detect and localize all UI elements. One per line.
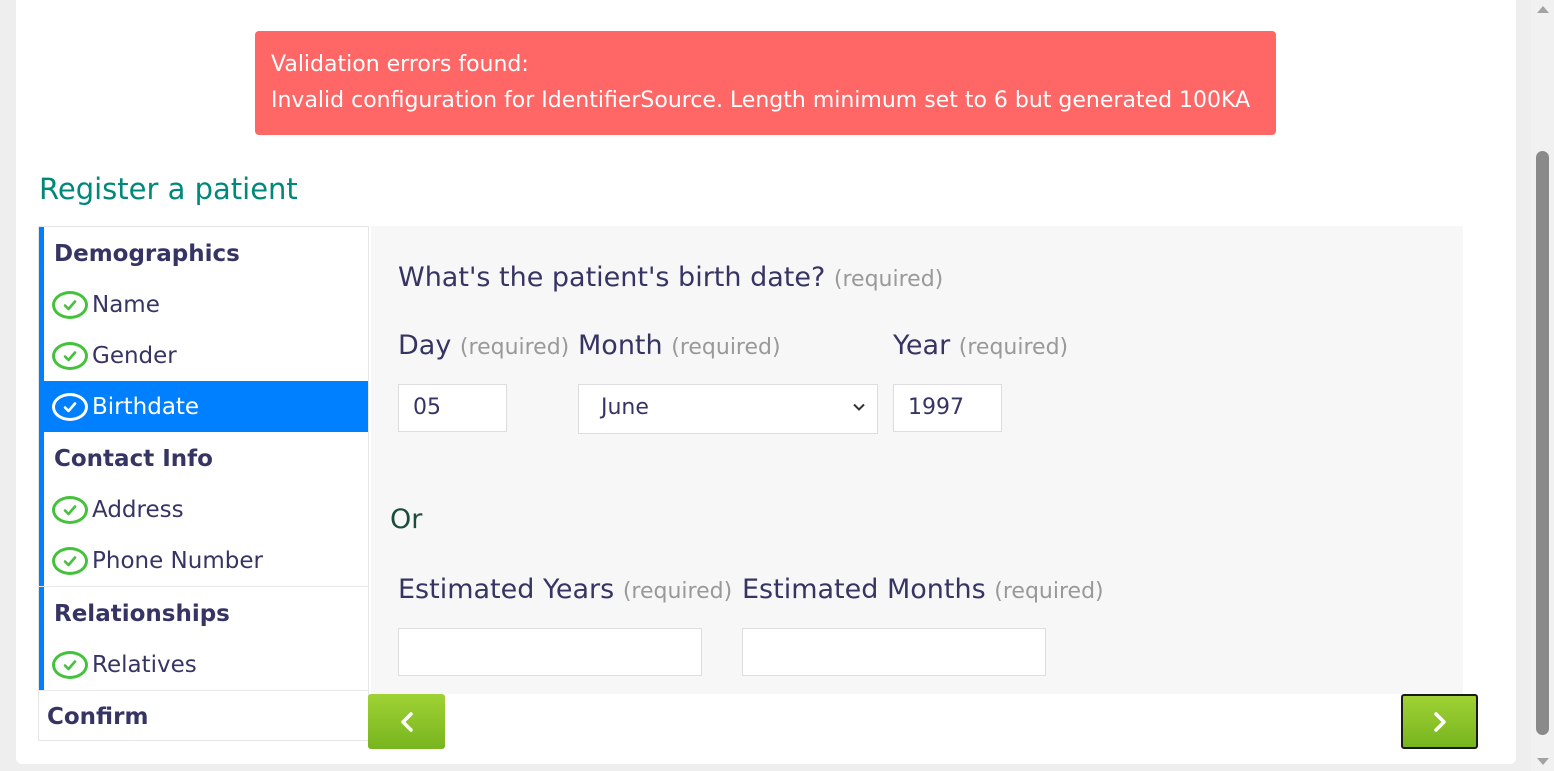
estimated-years-label-group: Estimated Years (required) xyxy=(398,574,732,605)
question-heading: What's the patient's birth date? (requir… xyxy=(398,262,943,293)
check-icon xyxy=(52,290,88,319)
or-divider-text: Or xyxy=(390,504,423,535)
required-hint: (required) xyxy=(994,579,1104,604)
estimated-months-label-group: Estimated Months (required) xyxy=(742,574,1104,605)
required-hint: (required) xyxy=(833,267,944,292)
registration-sidebar: Demographics Name Gender Birthdate Conta… xyxy=(38,226,369,741)
check-icon xyxy=(52,546,88,575)
sidebar-item-label: Gender xyxy=(92,342,177,369)
section-demographics: Demographics Name Gender Birthdate xyxy=(39,227,368,432)
estimated-years-input[interactable] xyxy=(398,628,702,676)
required-hint: (required) xyxy=(459,335,570,360)
previous-button[interactable] xyxy=(368,694,445,749)
question-text: What's the patient's birth date? xyxy=(398,262,826,293)
alert-heading: Validation errors found: xyxy=(271,52,529,77)
section-header-contact-info[interactable]: Contact Info xyxy=(44,432,368,484)
sidebar-item-phone-number[interactable]: Phone Number xyxy=(44,535,368,586)
page-title: Register a patient xyxy=(39,172,298,206)
vertical-scrollbar[interactable] xyxy=(1531,0,1554,771)
chevron-right-icon xyxy=(1433,711,1446,732)
sidebar-item-label: Relatives xyxy=(92,651,197,678)
sidebar-item-birthdate[interactable]: Birthdate xyxy=(39,381,368,432)
estimated-months-input[interactable] xyxy=(742,628,1046,676)
sidebar-item-name[interactable]: Name xyxy=(44,279,368,330)
section-header-relationships[interactable]: Relationships xyxy=(44,587,368,639)
section-relationships: Relationships Relatives xyxy=(39,587,368,690)
section-header-demographics[interactable]: Demographics xyxy=(44,227,368,279)
check-icon xyxy=(52,650,88,679)
sidebar-item-label: Address xyxy=(92,496,184,523)
scroll-down-arrow-icon[interactable] xyxy=(1537,758,1549,765)
chevron-left-icon xyxy=(400,711,413,732)
validation-error-alert: Validation errors found: Invalid configu… xyxy=(255,31,1276,135)
day-input[interactable]: 05 xyxy=(398,384,507,432)
day-label-group: Day (required) xyxy=(398,330,569,361)
sidebar-item-address[interactable]: Address xyxy=(44,484,368,535)
scroll-up-arrow-icon[interactable] xyxy=(1537,6,1549,13)
sidebar-item-label: Name xyxy=(92,291,160,318)
year-label: Year xyxy=(893,330,951,361)
month-select-value: June xyxy=(601,395,649,420)
required-hint: (required) xyxy=(671,335,781,360)
next-button[interactable] xyxy=(1401,694,1478,749)
scrollbar-thumb[interactable] xyxy=(1536,151,1549,735)
required-hint: (required) xyxy=(622,579,733,604)
month-label: Month xyxy=(578,330,663,361)
year-label-group: Year (required) xyxy=(893,330,1068,361)
birthdate-form-panel: What's the patient's birth date? (requir… xyxy=(371,226,1463,694)
check-icon xyxy=(52,392,88,421)
month-label-group: Month (required) xyxy=(578,330,781,361)
check-icon xyxy=(52,495,88,524)
sidebar-item-gender[interactable]: Gender xyxy=(44,330,368,381)
sidebar-item-label: Phone Number xyxy=(92,547,263,574)
check-icon xyxy=(52,341,88,370)
estimated-years-label: Estimated Years xyxy=(398,574,615,605)
estimated-months-label: Estimated Months xyxy=(742,574,986,605)
sidebar-item-confirm[interactable]: Confirm xyxy=(39,691,368,743)
day-label: Day xyxy=(398,330,452,361)
year-input[interactable]: 1997 xyxy=(893,384,1002,432)
sidebar-item-relatives[interactable]: Relatives xyxy=(44,639,368,690)
section-contact-info: Contact Info Address Phone Number xyxy=(39,432,368,586)
sidebar-item-label: Birthdate xyxy=(92,393,200,420)
month-select[interactable]: June xyxy=(578,384,878,434)
required-hint: (required) xyxy=(958,335,1069,360)
chevron-down-icon xyxy=(853,403,865,411)
alert-message: Invalid configuration for IdentifierSour… xyxy=(271,88,1251,113)
